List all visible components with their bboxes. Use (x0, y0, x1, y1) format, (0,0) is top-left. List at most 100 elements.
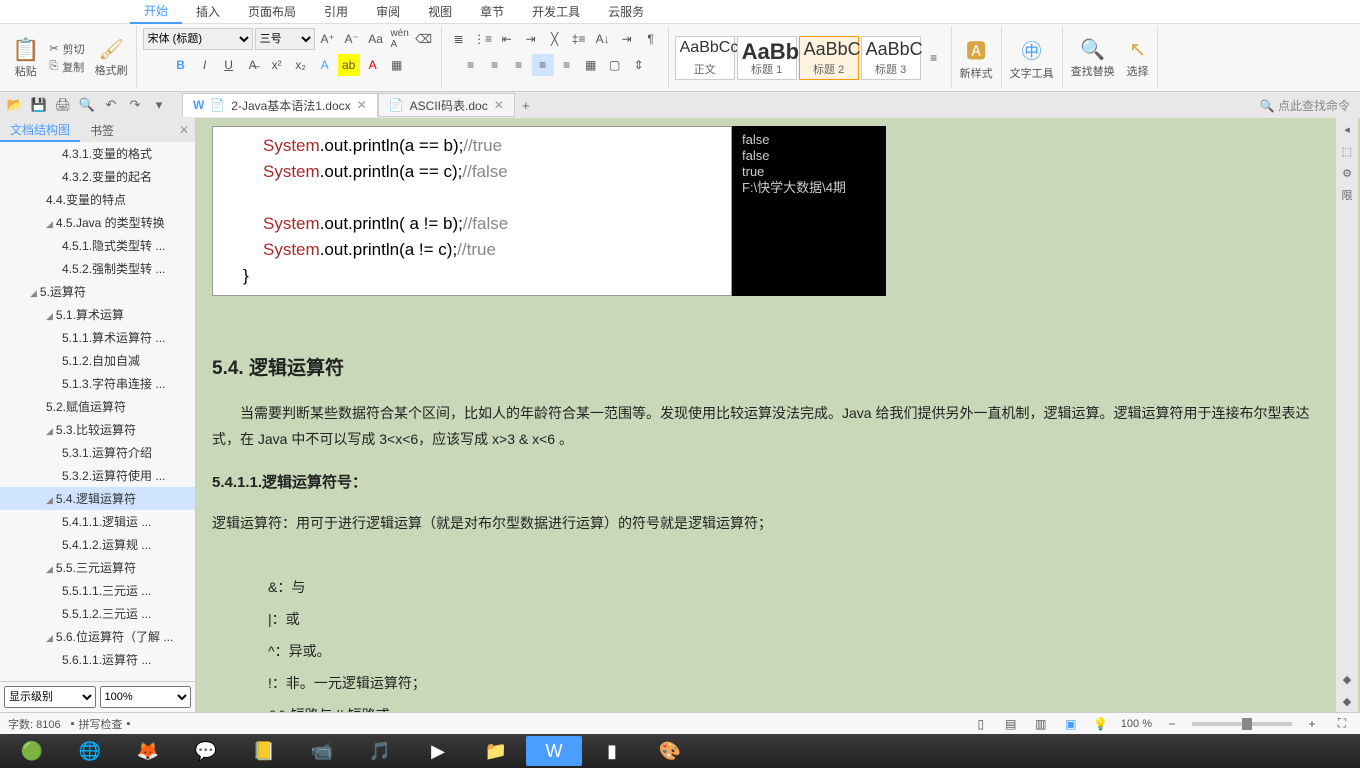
change-case-button[interactable]: Aa (365, 28, 387, 50)
panel-collapse-button[interactable]: ◂ (1338, 120, 1356, 138)
copy-button[interactable]: ⎘复制 (49, 59, 84, 75)
tree-item[interactable]: 4.3.2.变量的起名 (0, 165, 195, 188)
show-marks-button[interactable]: ¶ (640, 28, 662, 50)
tree-item[interactable]: ◢5.5.三元运算符 (0, 556, 195, 579)
strike-button[interactable]: A̶ (242, 54, 264, 76)
style-more-button[interactable]: ≡ (923, 47, 945, 69)
sidebar-close-button[interactable]: ✕ (173, 123, 195, 137)
qa-more-button[interactable]: ▾ (148, 94, 170, 116)
taskbar-explorer[interactable]: 📁 (468, 736, 524, 766)
tree-item[interactable]: 4.4.变量的特点 (0, 188, 195, 211)
panel-nav-up[interactable]: ◆ (1338, 670, 1356, 688)
new-style-button[interactable]: 🅰新样式 (954, 35, 999, 81)
border-button[interactable]: ▢ (604, 54, 626, 76)
zoom-slider[interactable] (1192, 722, 1292, 726)
tab-insert[interactable]: 插入 (182, 0, 234, 24)
text-direction-button[interactable]: ╳ (544, 28, 566, 50)
tree-item[interactable]: 4.5.1.隐式类型转 ... (0, 234, 195, 257)
tab-cloud[interactable]: 云服务 (594, 0, 658, 24)
align-center-button[interactable]: ≡ (484, 54, 506, 76)
tree-item[interactable]: 5.2.赋值运算符 (0, 395, 195, 418)
superscript-button[interactable]: x² (266, 54, 288, 76)
sidebar-tab-outline[interactable]: 文档结构图 (0, 118, 80, 142)
shading-button[interactable]: ▦ (580, 54, 602, 76)
tree-item[interactable]: ◢5.运算符 (0, 280, 195, 303)
print-button[interactable]: 🖨 (52, 94, 74, 116)
zoom-in-button[interactable]: + (1302, 716, 1322, 732)
taskbar-wps[interactable]: W (526, 736, 582, 766)
doc-tab-1-close[interactable]: ✕ (357, 98, 367, 112)
doc-tab-2[interactable]: 📄 ASCII码表.doc ✕ (378, 93, 515, 117)
style-h1[interactable]: AaBb标题 1 (737, 36, 797, 80)
tab-start[interactable]: 开始 (130, 0, 182, 24)
tree-item[interactable]: 4.5.2.强制类型转 ... (0, 257, 195, 280)
undo-button[interactable]: ↶ (100, 94, 122, 116)
taskbar-terminal[interactable]: ▮ (584, 736, 640, 766)
tab-layout[interactable]: 页面布局 (234, 0, 310, 24)
tree-item[interactable]: 5.4.1.1.逻辑运 ... (0, 510, 195, 533)
decrease-font-button[interactable]: A⁻ (341, 28, 363, 50)
taskbar-notes[interactable]: 📒 (236, 736, 292, 766)
view-outline-button[interactable]: ▤ (1001, 716, 1021, 732)
align-right-button[interactable]: ≡ (508, 54, 530, 76)
tree-item[interactable]: ◢5.4.逻辑运算符 (0, 487, 195, 510)
phonetic-button[interactable]: wénA (389, 28, 411, 50)
taskbar-chat[interactable]: 💬 (178, 736, 234, 766)
clear-format-button[interactable]: ⌫ (413, 28, 435, 50)
tree-item[interactable]: 5.1.2.自加自减 (0, 349, 195, 372)
tab-chapter[interactable]: 章节 (466, 0, 518, 24)
panel-nav-down[interactable]: ◆ (1338, 692, 1356, 710)
tab-view[interactable]: 视图 (414, 0, 466, 24)
tree-item[interactable]: 5.5.1.1.三元运 ... (0, 579, 195, 602)
taskbar-camera[interactable]: 📹 (294, 736, 350, 766)
fullscreen-button[interactable]: ⛶ (1332, 716, 1352, 732)
save-button[interactable]: 💾 (28, 94, 50, 116)
numbering-button[interactable]: ⋮≡ (472, 28, 494, 50)
tab-devtools[interactable]: 开发工具 (518, 0, 594, 24)
panel-limit-button[interactable]: 限 (1338, 186, 1356, 204)
zoom-value[interactable]: 100 % (1121, 718, 1152, 730)
text-tool-button[interactable]: ㊥文字工具 (1004, 35, 1060, 81)
doc-tab-2-close[interactable]: ✕ (494, 98, 504, 112)
line-spacing-button[interactable]: ‡≡ (568, 28, 590, 50)
tree-item[interactable]: ◢5.1.算术运算 (0, 303, 195, 326)
tree-item[interactable]: 5.3.2.运算符使用 ... (0, 464, 195, 487)
style-normal[interactable]: AaBbCcDd正文 (675, 36, 735, 80)
highlight-button[interactable]: ab (338, 54, 360, 76)
tree-item[interactable]: 5.4.1.2.运算规 ... (0, 533, 195, 556)
view-page-button[interactable]: ▯ (971, 716, 991, 732)
taskbar-chrome[interactable]: 🌐 (62, 736, 118, 766)
format-brush-button[interactable]: 🖌 格式刷 (89, 37, 134, 78)
style-h2[interactable]: AaBbC标题 2 (799, 36, 859, 80)
start-button[interactable]: 🟢 (4, 736, 60, 766)
view-read-button[interactable]: ▣ (1061, 716, 1081, 732)
open-button[interactable]: 📂 (4, 94, 26, 116)
document-area[interactable]: System.out.println(a == b);//true System… (196, 118, 1360, 712)
tree-item[interactable]: 5.5.1.2.三元运 ... (0, 602, 195, 625)
find-replace-button[interactable]: 🔍查找替换 (1065, 37, 1121, 79)
spell-check-status[interactable]: ▪ 拼写检查 ▪ (71, 716, 131, 732)
align-distribute-button[interactable]: ≡ (556, 54, 578, 76)
tree-item[interactable]: 5.1.1.算术运算符 ... (0, 326, 195, 349)
font-color-button[interactable]: A (362, 54, 384, 76)
select-button[interactable]: ↖选择 (1121, 37, 1155, 79)
tree-item[interactable]: 5.3.1.运算符介绍 (0, 441, 195, 464)
tab-reference[interactable]: 引用 (310, 0, 362, 24)
tree-item[interactable]: 4.3.1.变量的格式 (0, 142, 195, 165)
increase-font-button[interactable]: A⁺ (317, 28, 339, 50)
subscript-button[interactable]: x₂ (290, 54, 312, 76)
tree-item[interactable]: ◢5.6.位运算符（了解 ... (0, 625, 195, 648)
align-left-button[interactable]: ≡ (460, 54, 482, 76)
underline-button[interactable]: U (218, 54, 240, 76)
para-spacing-button[interactable]: ⇕ (628, 54, 650, 76)
doc-tab-1[interactable]: W 📄 2-Java基本语法1.docx ✕ (182, 93, 378, 117)
outline-zoom-select[interactable]: 100% (100, 686, 192, 708)
panel-select-button[interactable]: ⬚ (1338, 142, 1356, 160)
font-select[interactable]: 宋体 (标题) (143, 28, 253, 50)
bullets-button[interactable]: ≣ (448, 28, 470, 50)
tree-item[interactable]: ◢5.3.比较运算符 (0, 418, 195, 441)
taskbar-music[interactable]: 🎵 (352, 736, 408, 766)
word-count[interactable]: 字数: 8106 (8, 716, 61, 732)
taskbar-paint[interactable]: 🎨 (642, 736, 698, 766)
eye-protect-button[interactable]: 💡 (1091, 716, 1111, 732)
